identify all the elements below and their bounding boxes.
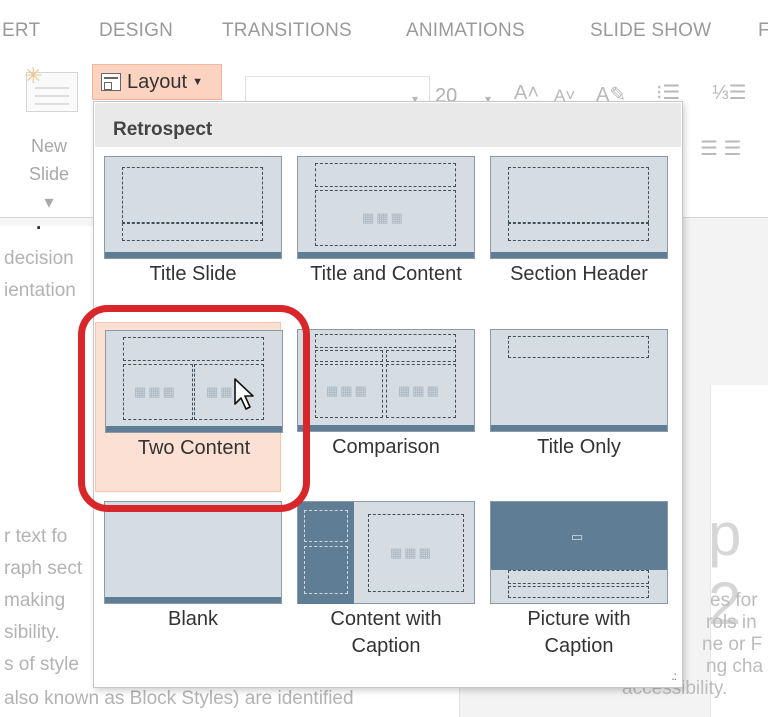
- doc-text-line: ientation: [4, 280, 76, 301]
- tab-animations[interactable]: ANIMATIONS: [406, 20, 525, 42]
- thumbnail-title-only: [490, 329, 668, 432]
- side-text-line: ne or F: [702, 634, 763, 655]
- text-placeholder: [508, 586, 649, 598]
- thumbnail-section-header: [490, 156, 668, 259]
- content-icons: ▦▦▦: [398, 383, 441, 398]
- thumbnail-title-and-content: ▦▦▦: [297, 156, 475, 259]
- new-slide-label-line2: Slide ▾: [28, 164, 70, 212]
- left-heading-placeholder: [315, 350, 383, 362]
- thumbnail-footer: [491, 252, 667, 258]
- bullet-dot: ·: [36, 218, 43, 239]
- layout-label: Section Header: [510, 263, 648, 285]
- subtitle-placeholder: [122, 223, 263, 241]
- layout-title-slide[interactable]: Title Slide: [95, 151, 282, 316]
- layout-label: Title and Content: [310, 263, 462, 285]
- slide-line: [35, 87, 69, 89]
- tab-format[interactable]: F: [758, 20, 768, 42]
- right-heading-placeholder: [386, 350, 456, 362]
- layout-section-header[interactable]: Section Header: [481, 151, 668, 316]
- title-placeholder: [122, 167, 263, 223]
- layout-icon: [101, 73, 121, 91]
- doc-text-line: decision: [4, 248, 74, 269]
- title-placeholder: [304, 510, 348, 542]
- doc-text-line: making: [4, 590, 66, 611]
- layout-label: Comparison: [332, 436, 440, 458]
- side-text-line: es for: [710, 590, 758, 611]
- new-slide-button[interactable]: New Slide ▾: [24, 132, 74, 216]
- layout-label-line2: Caption: [351, 635, 421, 657]
- title-placeholder: [508, 570, 649, 584]
- doc-text-line: raph sect: [4, 558, 83, 579]
- thumbnail-footer: [105, 597, 281, 603]
- tab-design[interactable]: DESIGN: [99, 20, 173, 42]
- thumbnail-footer: [298, 425, 474, 431]
- thumbnail-title-slide: [104, 156, 282, 259]
- title-placeholder: [508, 336, 649, 358]
- theme-name: Retrospect: [113, 119, 213, 140]
- gallery-header: Retrospect: [95, 103, 681, 147]
- layout-label: Layout: [127, 70, 188, 93]
- picture-icon: ▭: [571, 529, 586, 544]
- layout-button[interactable]: Layout ▼: [92, 64, 222, 100]
- text-placeholder: [304, 546, 348, 594]
- layout-comparison[interactable]: ▦▦▦ ▦▦▦ Comparison: [288, 324, 475, 489]
- new-slide-label-line1: New: [30, 136, 67, 156]
- title-placeholder: [315, 163, 456, 187]
- thumbnail-picture-with-caption: ▭: [490, 501, 668, 604]
- layout-label: Blank: [167, 608, 219, 630]
- layout-label-line1: Picture with: [527, 608, 631, 630]
- layout-label: Title Slide: [149, 263, 237, 285]
- slide-line: [35, 103, 69, 105]
- thumbnail-comparison: ▦▦▦ ▦▦▦: [297, 329, 475, 432]
- annotation-highlight-ring: [78, 305, 310, 512]
- layout-title-and-content[interactable]: ▦▦▦ Title and Content: [288, 151, 475, 316]
- new-slide-icon[interactable]: ✳: [24, 65, 78, 112]
- content-icons: ▦▦▦: [390, 545, 433, 560]
- doc-text-line: also known as Block Styles) are identifi…: [4, 688, 354, 709]
- ribbon-tab-bar: ERT DESIGN TRANSITIONS ANIMATIONS SLIDE …: [0, 0, 768, 62]
- layout-label-line1: Content with: [330, 608, 442, 630]
- thumbnail-footer: [105, 252, 281, 258]
- content-icons: ▦▦▦: [362, 210, 405, 225]
- tab-transitions[interactable]: TRANSITIONS: [222, 20, 352, 42]
- doc-text-line: r text fo: [4, 526, 68, 547]
- layout-label: Content with Caption: [288, 606, 484, 660]
- layout-picture-with-caption[interactable]: ▭ Picture with Caption: [481, 496, 668, 661]
- tab-slide-show[interactable]: SLIDE SHOW: [590, 20, 711, 42]
- thumbnail-blank: [104, 501, 282, 604]
- numbering-icon[interactable]: ⅓☰: [712, 80, 747, 105]
- resize-grip-icon[interactable]: .:: [671, 669, 677, 683]
- slide-line: [35, 95, 69, 97]
- sparkle-icon: ✳: [24, 63, 43, 88]
- chevron-down-icon: ▼: [192, 76, 203, 88]
- text-placeholder: [508, 223, 649, 241]
- doc-text-line: s of style: [4, 654, 79, 675]
- thumbnail-footer: [491, 425, 667, 431]
- side-text-line: rols in: [706, 612, 757, 633]
- layout-label-line2: Caption: [544, 635, 614, 657]
- align-icon[interactable]: ☰ ☰: [700, 136, 741, 161]
- layout-label: Title Only: [537, 436, 621, 458]
- side-text-line: ng cha: [706, 656, 764, 677]
- title-placeholder: [315, 334, 456, 348]
- doc-text-line: sibility.: [4, 622, 60, 643]
- layout-label: Picture with Caption: [481, 606, 677, 660]
- tab-insert[interactable]: ERT: [2, 20, 40, 42]
- thumbnail-content-with-caption: ▦▦▦: [297, 501, 475, 604]
- layout-title-only[interactable]: Title Only: [481, 324, 668, 489]
- thumbnail-footer: [298, 252, 474, 258]
- layout-content-with-caption[interactable]: ▦▦▦ Content with Caption: [288, 496, 475, 661]
- layout-blank[interactable]: Blank: [95, 496, 282, 661]
- title-placeholder: [508, 167, 649, 223]
- content-icons: ▦▦▦: [326, 383, 369, 398]
